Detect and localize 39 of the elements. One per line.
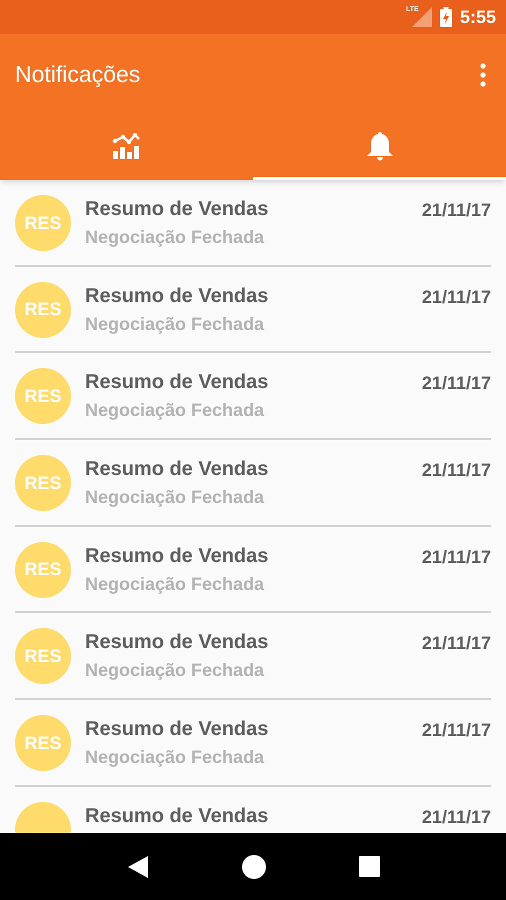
avatar: RES — [15, 282, 71, 338]
notification-subtitle: Negociação Fechada — [85, 572, 266, 596]
notification-date: 21/11/17 — [422, 372, 491, 396]
bell-icon — [366, 131, 394, 161]
notification-title: Resumo de Vendas — [85, 804, 270, 829]
notification-subtitle: Negociação Fechada — [85, 226, 266, 249]
notification-subtitle: Negociação Fechada — [85, 486, 266, 510]
notification-title: Resumo de Vendas — [85, 544, 270, 569]
avatar: RES — [15, 542, 71, 598]
notification-date: 21/11/17 — [422, 632, 491, 656]
clock: 5:55 — [460, 6, 496, 28]
notification-date: 21/11/17 — [422, 719, 491, 742]
notification-date: 21/11/17 — [422, 806, 491, 829]
notification-title: Resumo de Vendas — [85, 717, 270, 742]
avatar: RES — [15, 455, 71, 512]
avatar: RES — [15, 195, 71, 251]
recents-icon[interactable] — [358, 856, 380, 877]
chart-icon — [112, 133, 142, 159]
avatar: RES — [15, 715, 71, 772]
notification-subtitle: Negociação Fechada — [85, 746, 266, 770]
home-icon[interactable] — [242, 854, 266, 878]
notification-subtitle: Negociação Fechada — [85, 659, 266, 682]
notification-date: 21/11/17 — [422, 199, 491, 222]
avatar: RES — [15, 368, 71, 424]
notification-date: 21/11/17 — [422, 459, 491, 482]
notification-title: Resumo de Vendas — [85, 630, 270, 656]
notification-title: Resumo de Vendas — [85, 457, 270, 482]
notification-date: 21/11/17 — [422, 546, 491, 569]
notification-subtitle: Negociação Fechada — [85, 312, 266, 336]
battery-icon — [440, 7, 452, 27]
back-icon[interactable] — [126, 854, 148, 878]
notification-title: Resumo de Vendas — [85, 370, 270, 396]
notification-title: Resumo de Vendas — [85, 197, 270, 222]
notification-subtitle: Negociação Fechada — [85, 399, 266, 422]
screen-title: Notificações — [15, 60, 140, 90]
notification-title: Resumo de Vendas — [85, 284, 270, 309]
avatar: RES — [15, 628, 71, 684]
notification-date: 21/11/17 — [422, 286, 491, 309]
more-options-icon[interactable] — [480, 62, 486, 86]
